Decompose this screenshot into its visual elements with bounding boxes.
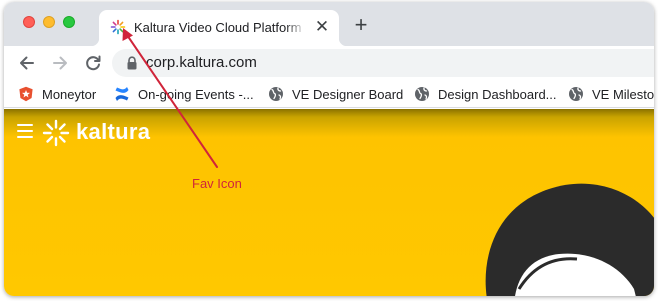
bookmark-label: Moneytor [42, 86, 97, 102]
close-window-button[interactable] [23, 16, 35, 28]
browser-toolbar: corp.kaltura.com [4, 46, 654, 80]
url-text[interactable]: corp.kaltura.com [146, 54, 257, 71]
forward-arrow-icon[interactable] [49, 52, 71, 74]
kaltura-logo-text[interactable]: kaltura [76, 119, 150, 145]
bookmark-label: On-going Events -... [138, 86, 254, 102]
kaltura-favicon-icon [110, 19, 126, 35]
globe-icon [269, 87, 283, 101]
tab-strip: Kaltura Video Cloud Platform - ✕ + [4, 2, 654, 46]
moneytor-icon [19, 86, 33, 102]
kaltura-logo-icon[interactable] [42, 119, 70, 147]
bookmark-on-going-events[interactable]: On-going Events -... [114, 85, 254, 103]
bookmark-ve-milestones[interactable]: VE Milestones [568, 85, 654, 103]
tab-title: Kaltura Video Cloud Platform - [134, 20, 306, 35]
bookmark-moneytor[interactable]: Moneytor [18, 85, 96, 103]
globe-icon [415, 87, 429, 101]
page-content: kaltura [4, 109, 654, 296]
annotation-label: Fav Icon [192, 176, 242, 191]
bookmarks-bar: Moneytor On-going Events -... VE Designe… [4, 80, 654, 108]
lock-icon[interactable] [126, 56, 138, 70]
back-arrow-icon[interactable] [16, 52, 38, 74]
browser-window: Kaltura Video Cloud Platform - ✕ + corp.… [4, 2, 654, 296]
new-tab-button[interactable]: + [350, 14, 372, 36]
tab-close-icon[interactable]: ✕ [313, 18, 331, 36]
address-bar[interactable]: corp.kaltura.com [112, 49, 654, 77]
bookmark-label: Design Dashboard... [438, 86, 557, 102]
menu-icon[interactable] [17, 124, 33, 138]
reload-icon[interactable] [82, 52, 104, 74]
bookmark-ve-designer-board[interactable]: VE Designer Board [268, 85, 403, 103]
minimize-window-button[interactable] [43, 16, 55, 28]
globe-icon [569, 87, 583, 101]
tab-kaltura[interactable]: Kaltura Video Cloud Platform - ✕ [91, 10, 347, 46]
maximize-window-button[interactable] [63, 16, 75, 28]
bookmark-label: VE Milestones [592, 86, 654, 102]
bookmark-label: VE Designer Board [292, 86, 404, 102]
character-illustration [485, 183, 654, 296]
bookmark-design-dashboard[interactable]: Design Dashboard... [414, 85, 557, 103]
confluence-icon [115, 87, 129, 101]
